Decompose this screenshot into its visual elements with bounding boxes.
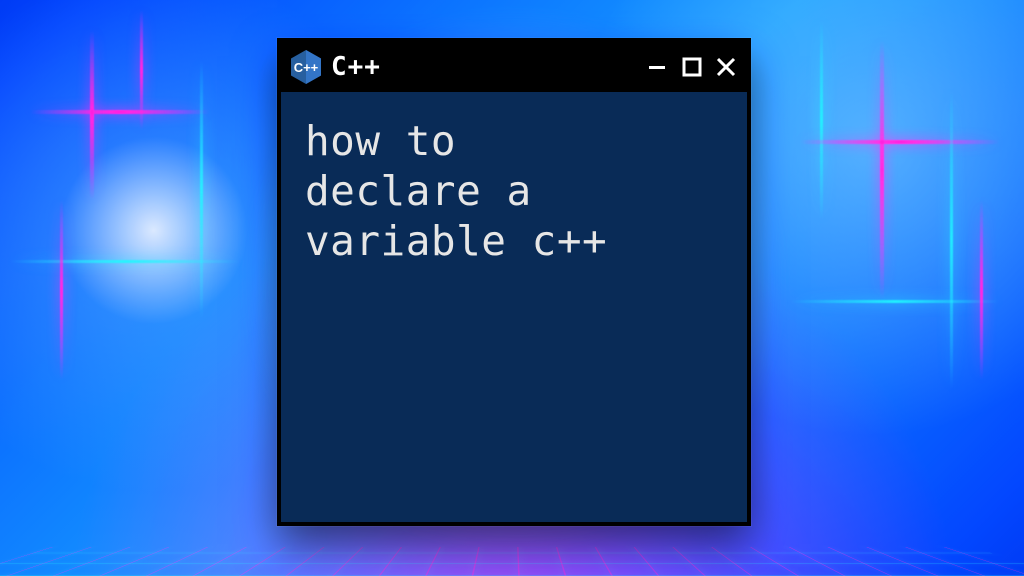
window-title: C++ — [331, 52, 381, 82]
svg-text:C++: C++ — [294, 60, 319, 75]
maximize-icon — [681, 56, 703, 78]
terminal-content: how to declare a variable c++ — [281, 92, 747, 522]
neon-line — [90, 30, 94, 200]
neon-line — [880, 40, 884, 300]
cyan-line — [820, 20, 823, 220]
floor-grid — [0, 547, 1024, 576]
cyan-line — [10, 260, 240, 263]
close-icon — [715, 56, 737, 78]
cyan-line — [790, 300, 1000, 303]
neon-line — [30, 110, 210, 114]
neon-line — [60, 200, 63, 380]
scene-background: C++ C++ — [0, 0, 1024, 576]
neon-line — [980, 200, 983, 380]
maximize-button[interactable] — [681, 56, 703, 78]
cyan-line — [200, 60, 203, 320]
terminal-window: C++ C++ — [277, 38, 751, 526]
minimize-button[interactable] — [647, 56, 669, 78]
cpp-logo-icon: C++ — [291, 50, 321, 84]
neon-line — [800, 140, 1000, 144]
minimize-icon — [647, 56, 669, 78]
close-button[interactable] — [715, 56, 737, 78]
window-titlebar[interactable]: C++ C++ — [281, 42, 747, 92]
cyan-line — [950, 90, 953, 390]
window-controls — [647, 56, 737, 78]
